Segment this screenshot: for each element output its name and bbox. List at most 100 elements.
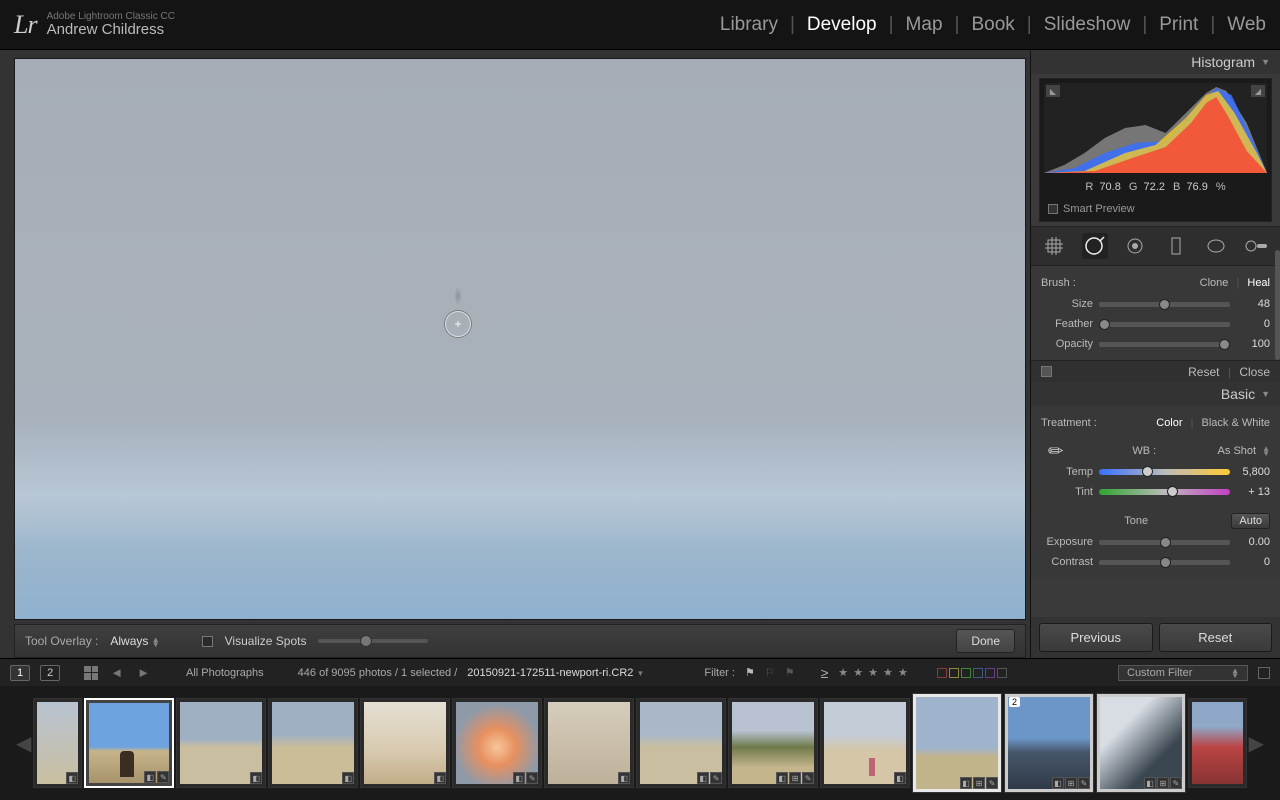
nav-forward-icon[interactable]: ► (135, 665, 152, 680)
module-book[interactable]: Book (971, 10, 1014, 40)
filmstrip-right-icon[interactable]: ▶ (1247, 731, 1266, 756)
module-picker: Library| Develop| Map| Book| Slideshow| … (720, 10, 1266, 40)
module-library[interactable]: Library (720, 10, 778, 40)
module-web[interactable]: Web (1227, 10, 1266, 40)
tint-slider[interactable] (1099, 489, 1230, 495)
shadow-clipping-icon[interactable]: ◣ (1046, 85, 1060, 97)
treatment-bw[interactable]: Black & White (1202, 417, 1270, 429)
flag-picked-icon[interactable]: ⚑ (745, 666, 755, 679)
flag-unflagged-icon[interactable]: ⚐ (765, 666, 775, 679)
label-none[interactable] (997, 668, 1007, 678)
thumbnail[interactable]: ◧✎ (84, 698, 174, 788)
disclosure-triangle-icon: ▼ (1261, 57, 1270, 67)
tool-overlay-label: Tool Overlay : (25, 634, 98, 648)
done-button[interactable]: Done (956, 629, 1015, 653)
source-collection[interactable]: All Photographs (186, 667, 264, 679)
highlight-clipping-icon[interactable]: ◢ (1251, 85, 1265, 97)
module-develop[interactable]: Develop (807, 10, 877, 40)
thumbnail[interactable]: ◧⊞✎ (728, 698, 818, 788)
flag-rejected-icon[interactable]: ⚑ (785, 666, 795, 679)
tint-value[interactable]: + 13 (1236, 486, 1270, 498)
exposure-slider[interactable] (1099, 540, 1230, 545)
previous-button[interactable]: Previous (1039, 623, 1153, 652)
basic-panel: Treatment : Color | Black & White ✎ WB :… (1031, 406, 1280, 578)
tool-pin-toggle[interactable] (1041, 366, 1052, 377)
module-print[interactable]: Print (1159, 10, 1198, 40)
thumbnail-selected[interactable]: ◧⊞✎ (912, 693, 1002, 793)
wb-dropdown[interactable]: As Shot ▲▼ (1218, 445, 1270, 457)
rgb-readout: R 70.8 G 72.2 B 76.9 % (1044, 177, 1267, 197)
reset-button[interactable]: Reset (1159, 623, 1273, 652)
graduated-filter-tool[interactable] (1163, 233, 1189, 259)
filmstrip-left-icon[interactable]: ◀ (14, 731, 33, 756)
image-canvas[interactable] (14, 58, 1026, 620)
current-filename[interactable]: 20150921-172511-newport-ri.CR2 ▼ (467, 667, 644, 679)
thumbnail[interactable]: ◧⊞✎ (1096, 693, 1186, 793)
visualize-spots-slider[interactable] (318, 639, 428, 643)
thumbnail[interactable]: ◧✎ (636, 698, 726, 788)
exposure-label: Exposure (1041, 536, 1093, 548)
temp-value[interactable]: 5,800 (1236, 466, 1270, 478)
thumbnail[interactable]: 2◧⊞✎ (1004, 693, 1094, 793)
main-window-button[interactable]: 1 (10, 665, 30, 681)
feather-slider[interactable] (1099, 322, 1230, 327)
module-map[interactable]: Map (906, 10, 943, 40)
opacity-slider[interactable] (1099, 342, 1230, 347)
auto-tone-button[interactable]: Auto (1231, 513, 1270, 529)
second-window-button[interactable]: 2 (40, 665, 60, 681)
size-slider[interactable] (1099, 302, 1230, 307)
contrast-slider[interactable] (1099, 560, 1230, 565)
label-yellow[interactable] (949, 668, 959, 678)
thumbnail[interactable]: ◧ (268, 698, 358, 788)
rating-filter[interactable]: ★ ★ ★ ★ ★ (838, 666, 909, 679)
temp-slider[interactable] (1099, 469, 1230, 475)
thumbnail[interactable]: ◧ (33, 698, 82, 788)
dropdown-arrows-icon: ▲▼ (1262, 446, 1270, 456)
tone-label: Tone (1041, 515, 1231, 527)
spot-removal-tool[interactable] (1082, 233, 1108, 259)
tool-overlay-dropdown[interactable]: Always ▲▼ (110, 634, 159, 648)
spot-removal-cursor[interactable] (445, 311, 471, 337)
grid-view-icon[interactable] (84, 666, 98, 680)
opacity-value[interactable]: 100 (1236, 338, 1270, 350)
tool-reset-button[interactable]: Reset (1188, 365, 1219, 379)
crop-tool[interactable] (1041, 233, 1067, 259)
thumbnail[interactable]: ◧ (544, 698, 634, 788)
sensor-dust-spot (451, 285, 465, 307)
contrast-value[interactable]: 0 (1236, 556, 1270, 568)
tool-close-button[interactable]: Close (1239, 365, 1270, 379)
label-blue[interactable] (973, 668, 983, 678)
identity-plate: Lr Adobe Lightroom Classic CC Andrew Chi… (14, 10, 175, 40)
clone-option[interactable]: Clone (1200, 277, 1229, 289)
opacity-label: Opacity (1041, 338, 1093, 350)
user-name: Andrew Childress (47, 22, 175, 39)
red-eye-tool[interactable] (1122, 233, 1148, 259)
label-purple[interactable] (985, 668, 995, 678)
thumbnail[interactable] (1188, 698, 1247, 788)
nav-back-icon[interactable]: ◄ (108, 665, 125, 680)
module-slideshow[interactable]: Slideshow (1044, 10, 1131, 40)
contrast-label: Contrast (1041, 556, 1093, 568)
feather-value[interactable]: 0 (1236, 318, 1270, 330)
filter-lock-icon[interactable] (1258, 667, 1270, 679)
panel-scrollbar[interactable] (1275, 250, 1280, 360)
histogram-header[interactable]: Histogram▼ (1031, 50, 1280, 74)
size-value[interactable]: 48 (1236, 298, 1270, 310)
rating-ge[interactable]: ≥ (821, 665, 829, 681)
filter-preset-dropdown[interactable]: Custom Filter ▲▼ (1118, 665, 1248, 681)
label-red[interactable] (937, 668, 947, 678)
treatment-color[interactable]: Color (1156, 417, 1182, 429)
heal-option[interactable]: Heal (1247, 277, 1270, 289)
chevron-down-icon: ▼ (636, 669, 644, 678)
adjustment-brush-tool[interactable] (1244, 233, 1270, 259)
radial-filter-tool[interactable] (1203, 233, 1229, 259)
histogram-display[interactable]: ◣ ◢ (1044, 83, 1267, 173)
thumbnail[interactable]: ◧ (820, 698, 910, 788)
thumbnail[interactable]: ◧ (360, 698, 450, 788)
label-green[interactable] (961, 668, 971, 678)
thumbnail[interactable]: ◧✎ (452, 698, 542, 788)
basic-header[interactable]: Basic▼ (1031, 382, 1280, 406)
thumbnail[interactable]: ◧ (176, 698, 266, 788)
exposure-value[interactable]: 0.00 (1236, 536, 1270, 548)
visualize-spots-checkbox[interactable] (202, 636, 213, 647)
